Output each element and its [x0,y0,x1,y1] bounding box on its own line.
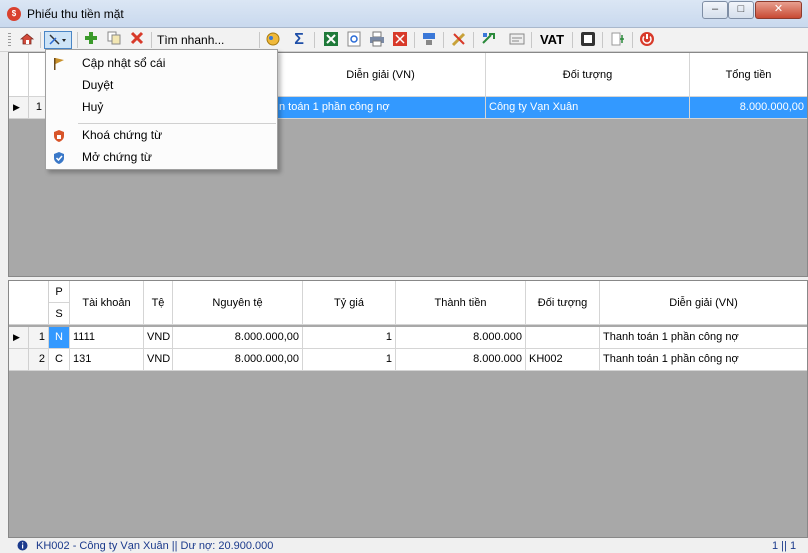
grid-corner [9,53,29,97]
transfer-icon[interactable] [480,31,498,49]
status-bar: KH002 - Công ty Vạn Xuân || Dư nợ: 20.90… [0,538,808,553]
add-icon[interactable] [82,31,100,49]
delete-icon[interactable] [128,31,146,49]
copy-icon[interactable] [105,31,123,49]
column-header-dien-giai[interactable]: Diễn giải (VN) [600,281,807,325]
filter-icon[interactable] [264,31,282,49]
maximize-button[interactable]: □ [728,1,754,19]
row-indicator[interactable]: ▶ [9,327,29,349]
cell-dien-giai[interactable]: Thanh toán 1 phần công nợ [600,327,807,349]
menu-item-label: Duyệt [82,78,114,92]
column-header-dien-giai[interactable]: Diễn giải (VN) [276,53,486,97]
excel-icon[interactable] [322,31,340,49]
cell-thanh-tien[interactable]: 8.000.000 [396,349,526,371]
menu-item-unlock-voucher[interactable]: Mở chứng từ [46,146,277,168]
cell-dien-giai[interactable]: n toán 1 phần công nợ [276,97,486,119]
vat-button[interactable]: VAT [538,31,566,49]
cell-thanh-tien[interactable]: 8.000.000 [396,327,526,349]
cell-tai-khoan[interactable]: 1111 [70,327,144,349]
network-icon[interactable] [420,31,438,49]
cell-tai-khoan[interactable]: 131 [70,349,144,371]
post-icon[interactable] [44,31,72,49]
menu-item-update-ledger[interactable]: Cập nhật sổ cái [46,52,277,74]
menu-item-label: Huỷ [82,100,104,114]
row-indicator[interactable]: ▶ [9,97,29,119]
cell-ps[interactable]: C [49,349,70,371]
column-header-tong-tien[interactable]: Tổng tiền [690,53,807,97]
cell-te[interactable]: VND [144,327,173,349]
preview-icon[interactable] [345,31,363,49]
row-number: 2 [29,349,49,371]
power-icon[interactable] [638,31,656,49]
menu-item-label: Khoá chứng từ [82,128,163,142]
unlock-shield-icon [52,150,66,164]
close-button[interactable]: ✕ [755,1,802,19]
cell-ty-gia[interactable]: 1 [303,349,396,371]
toolbar-grip[interactable] [8,33,11,47]
menu-item-label: Mở chứng từ [82,150,152,164]
menu-item-cancel[interactable]: Huỷ [46,96,277,118]
cell-doi-tuong[interactable] [526,327,600,349]
column-header-ty-gia[interactable]: Tỷ giá [303,281,396,325]
window-title: Phiếu thu tiền mặt [27,7,124,21]
minimize-button[interactable]: – [702,1,728,19]
current-row-arrow-icon: ▶ [13,332,20,342]
cell-tong-tien[interactable]: 8.000.000,00 [690,97,807,119]
quick-search[interactable]: Tìm nhanh... [157,31,257,49]
cell-dien-giai[interactable]: Thanh toán 1 phần công nợ [600,349,807,371]
column-header-doi-tuong[interactable]: Đối tượng [526,281,600,325]
row-number: 1 [29,97,46,119]
home-icon[interactable] [18,31,36,49]
row-indicator[interactable] [9,349,29,371]
grid-icon[interactable] [609,31,627,49]
pdf-icon[interactable] [391,31,409,49]
lock-shield-icon [52,128,66,142]
cell-ps[interactable]: N [49,327,70,349]
calendar-icon[interactable] [579,31,597,49]
menu-item-approve[interactable]: Duyệt [46,74,277,96]
cell-doi-tuong[interactable]: Công ty Vạn Xuân [486,97,690,119]
cell-nguyen-te[interactable]: 8.000.000,00 [173,327,303,349]
column-header-doi-tuong[interactable]: Đối tượng [486,53,690,97]
menu-item-label: Cập nhật sổ cái [82,56,166,70]
status-page: 1 || 1 [772,540,797,552]
current-row-arrow-icon: ▶ [13,102,20,112]
print-icon[interactable] [368,31,386,49]
form-icon[interactable] [508,31,526,49]
cell-ty-gia[interactable]: 1 [303,327,396,349]
column-header-nguyen-te[interactable]: Nguyên tệ [173,281,303,325]
row-number: 1 [29,327,49,349]
cell-doi-tuong[interactable]: KH002 [526,349,600,371]
column-header-ps-top[interactable]: P [49,281,70,303]
tools-icon[interactable] [450,31,468,49]
column-header-thanh-tien[interactable]: Thành tiền [396,281,526,325]
sum-icon[interactable]: Σ [290,31,308,49]
title-bar: $ Phiếu thu tiền mặt – □ ✕ [0,0,808,28]
post-dropdown-menu: Cập nhật sổ cái Duyệt Huỷ Khoá chứng từ … [45,49,278,170]
grid-corner [9,281,49,325]
cell-te[interactable]: VND [144,349,173,371]
info-icon [17,540,28,553]
flag-icon [52,56,66,70]
detail-grid: P S Tài khoản Tệ Nguyên tệ Tỷ giá Thành … [8,280,808,538]
cell-nguyen-te[interactable]: 8.000.000,00 [173,349,303,371]
app-icon: $ [7,7,21,21]
column-header-te[interactable]: Tệ [144,281,173,325]
column-header-tai-khoan[interactable]: Tài khoản [70,281,144,325]
column-header-ps-bottom[interactable]: S [49,303,70,325]
status-text: KH002 - Công ty Vạn Xuân || Dư nợ: 20.90… [36,540,274,552]
menu-item-lock-voucher[interactable]: Khoá chứng từ [46,124,277,146]
